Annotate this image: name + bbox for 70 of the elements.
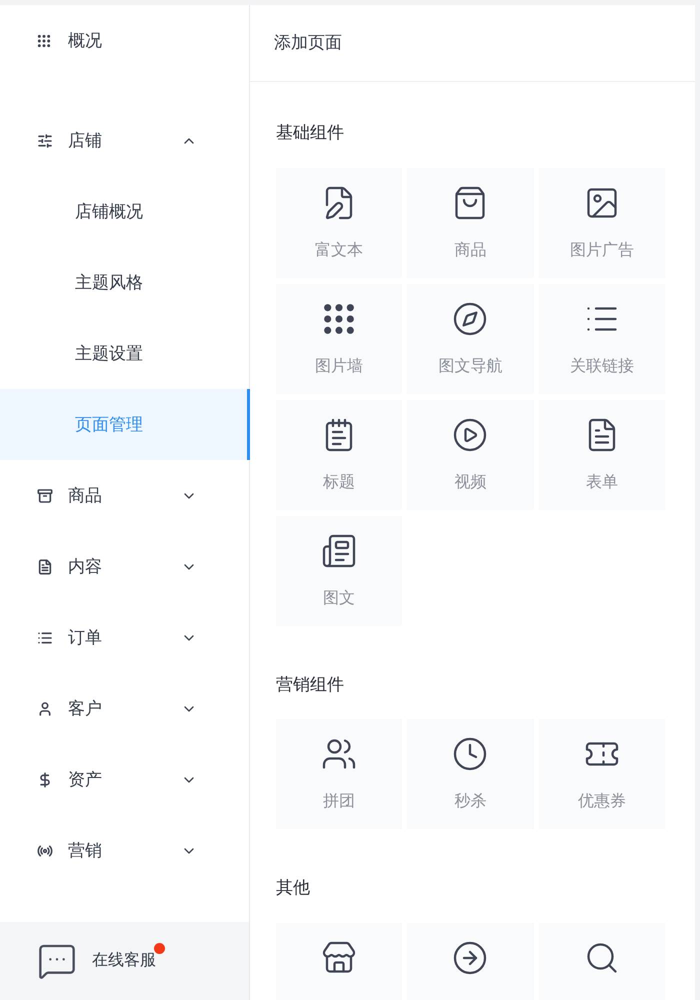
menu-label: 概况 <box>68 30 102 52</box>
tile-label: 商品 <box>454 240 486 260</box>
menu-label: 资产 <box>68 768 102 791</box>
menu-label: 营销 <box>68 840 102 862</box>
menu-group[interactable]: 客户 <box>0 673 249 744</box>
component-tile[interactable] <box>538 922 665 1000</box>
clock-icon <box>452 736 488 772</box>
arrow-circle-icon <box>452 940 488 976</box>
component-tile[interactable]: 图文导航 <box>407 284 534 394</box>
menu-label: 商品 <box>68 484 102 507</box>
component-tile[interactable]: 关联链接 <box>538 284 665 394</box>
submenu-item[interactable]: 店铺概况 <box>0 176 249 247</box>
menu-group[interactable]: 店铺 <box>0 105 249 176</box>
store-icon <box>321 940 358 976</box>
box-icon <box>37 488 53 504</box>
panel-header: 添加页面 <box>250 5 695 82</box>
menu-group[interactable]: 营销 <box>0 815 249 886</box>
component-tile[interactable]: 图文 <box>276 516 402 626</box>
tile-label: 拼团 <box>323 792 356 812</box>
person-icon <box>37 700 53 716</box>
menu-label: 内容 <box>68 556 102 578</box>
menu-label: 订单 <box>68 626 102 649</box>
support-label: 在线客服 <box>92 950 156 971</box>
tile-label: 关联链接 <box>570 356 634 376</box>
list-icon <box>37 630 53 646</box>
component-tile[interactable]: 标题 <box>276 400 402 510</box>
menu-label: 店铺 <box>68 130 102 152</box>
menu-group[interactable]: 资产 <box>0 744 249 815</box>
tile-label: 图文 <box>323 588 356 608</box>
component-tile[interactable]: 图片广告 <box>538 168 665 278</box>
tile-label: 秒杀 <box>454 792 486 812</box>
tile-label: 标题 <box>323 472 356 492</box>
component-tile[interactable]: 拼团 <box>276 719 402 829</box>
component-tile[interactable]: 商品 <box>407 168 534 278</box>
menu-group[interactable]: 商品 <box>0 460 249 531</box>
tile-label: 图片墙 <box>315 356 364 376</box>
tile-label: 图片广告 <box>570 240 634 260</box>
tile-label: 表单 <box>586 472 618 492</box>
play-icon <box>452 416 488 452</box>
tile-label: 图文导航 <box>438 356 502 376</box>
section-title: 其他 <box>276 877 311 899</box>
dollar-icon <box>37 772 53 788</box>
submenu-item[interactable]: 主题风格 <box>0 247 249 318</box>
menu-item[interactable]: 概况 <box>0 5 249 76</box>
article-icon <box>321 532 358 568</box>
document-icon <box>37 558 53 574</box>
component-tile[interactable]: 图片墙 <box>276 284 402 394</box>
dots-grid-icon <box>322 302 356 336</box>
broadcast-icon <box>37 842 53 858</box>
tile-label: 优惠券 <box>578 792 626 812</box>
support-bar[interactable]: 在线客服 <box>0 922 249 1000</box>
component-tile[interactable]: 富文本 <box>276 168 402 278</box>
section-title: 基础组件 <box>276 122 345 144</box>
menu-group[interactable]: 订单 <box>0 602 249 673</box>
component-tile[interactable] <box>407 922 534 1000</box>
menu-label: 客户 <box>68 698 102 720</box>
sliders-icon <box>37 132 53 148</box>
grid-icon <box>37 34 51 48</box>
submenu-item[interactable]: 主题设置 <box>0 318 249 389</box>
tile-label: 富文本 <box>315 240 364 260</box>
submenu-item[interactable]: 页面管理 <box>0 389 250 460</box>
compass-icon <box>452 300 488 336</box>
tile-label: 视频 <box>454 472 486 492</box>
section-title: 营销组件 <box>276 674 345 696</box>
component-tile[interactable]: 优惠券 <box>538 719 665 829</box>
component-tile[interactable]: 秒杀 <box>407 719 534 829</box>
component-tile[interactable]: 视频 <box>407 400 534 510</box>
menu-group[interactable]: 内容 <box>0 531 249 602</box>
component-tile[interactable] <box>276 922 402 1000</box>
component-tile[interactable]: 表单 <box>538 400 665 510</box>
